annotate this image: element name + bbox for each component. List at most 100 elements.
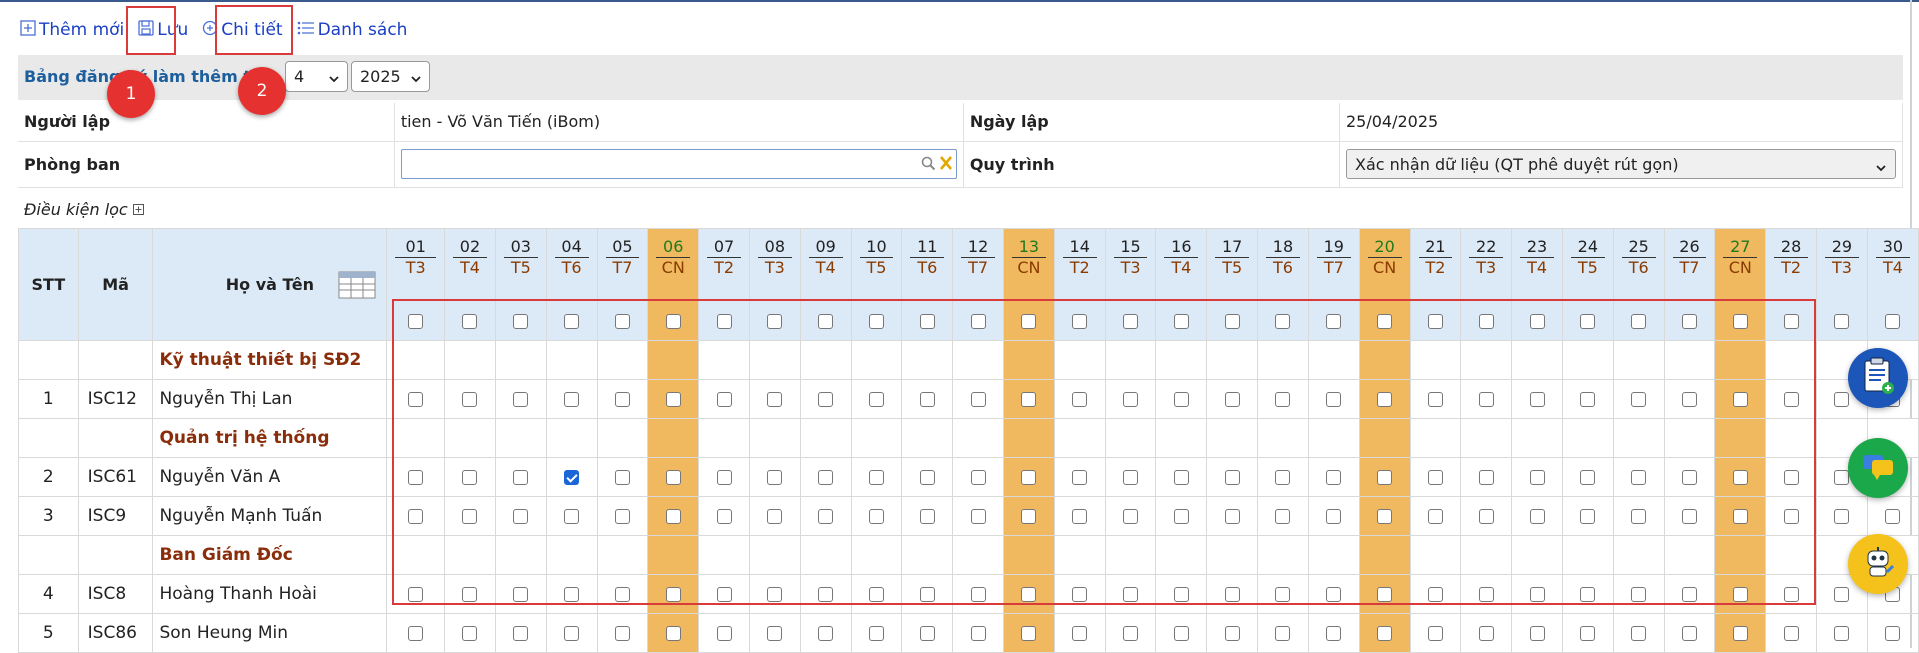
overtime-checkbox[interactable] <box>564 508 580 524</box>
overtime-checkbox[interactable] <box>1580 508 1596 524</box>
overtime-checkbox[interactable] <box>665 586 681 602</box>
select-all-day-checkbox[interactable] <box>716 314 732 329</box>
overtime-checkbox[interactable] <box>716 391 732 407</box>
overtime-checkbox[interactable] <box>868 469 884 485</box>
overtime-checkbox[interactable] <box>970 469 986 485</box>
overtime-checkbox[interactable] <box>1580 469 1596 485</box>
overtime-checkbox[interactable] <box>1275 625 1291 641</box>
overtime-checkbox[interactable] <box>1681 469 1697 485</box>
overtime-checkbox[interactable] <box>1224 625 1240 641</box>
overtime-checkbox[interactable] <box>1478 469 1494 485</box>
overtime-checkbox[interactable] <box>1072 469 1088 485</box>
select-all-day-checkbox[interactable] <box>1275 314 1291 329</box>
list-button[interactable]: Danh sách <box>297 20 407 41</box>
overtime-checkbox[interactable] <box>1072 625 1088 641</box>
overtime-checkbox[interactable] <box>1783 625 1799 641</box>
overtime-checkbox[interactable] <box>1021 391 1037 407</box>
select-all-day-checkbox[interactable] <box>1732 314 1748 329</box>
overtime-checkbox[interactable] <box>868 391 884 407</box>
overtime-checkbox[interactable] <box>408 508 424 524</box>
overtime-checkbox[interactable] <box>1631 625 1647 641</box>
overtime-checkbox[interactable] <box>1326 625 1342 641</box>
filter-toggle[interactable]: Điều kiện lọc <box>24 200 144 219</box>
overtime-checkbox[interactable] <box>970 508 986 524</box>
overtime-checkbox[interactable] <box>1783 508 1799 524</box>
select-all-day-checkbox[interactable] <box>1072 314 1088 329</box>
overtime-checkbox[interactable] <box>614 625 630 641</box>
overtime-checkbox[interactable] <box>513 469 529 485</box>
clear-icon[interactable] <box>939 155 953 175</box>
overtime-checkbox[interactable] <box>665 391 681 407</box>
overtime-checkbox[interactable] <box>513 508 529 524</box>
overtime-checkbox[interactable] <box>614 469 630 485</box>
overtime-checkbox[interactable] <box>1377 508 1393 524</box>
overtime-checkbox[interactable] <box>1173 508 1189 524</box>
overtime-checkbox[interactable] <box>1885 508 1901 524</box>
overtime-checkbox[interactable] <box>665 508 681 524</box>
overtime-checkbox[interactable] <box>919 586 935 602</box>
year-select[interactable]: 2025 <box>351 61 430 92</box>
overtime-checkbox[interactable] <box>1427 391 1443 407</box>
select-all-day-checkbox[interactable] <box>767 314 783 329</box>
overtime-checkbox[interactable] <box>1681 625 1697 641</box>
overtime-checkbox[interactable] <box>1275 469 1291 485</box>
overtime-checkbox[interactable] <box>1173 469 1189 485</box>
overtime-checkbox[interactable] <box>564 625 580 641</box>
overtime-checkbox[interactable] <box>1834 391 1850 407</box>
select-all-day-checkbox[interactable] <box>665 314 681 329</box>
chat-fab[interactable] <box>1848 438 1908 498</box>
overtime-checkbox[interactable] <box>1478 391 1494 407</box>
overtime-checkbox[interactable] <box>1123 586 1139 602</box>
select-all-day-checkbox[interactable] <box>1173 314 1189 329</box>
overtime-checkbox[interactable] <box>1377 391 1393 407</box>
overtime-checkbox[interactable] <box>1529 586 1545 602</box>
overtime-checkbox[interactable] <box>1834 469 1850 485</box>
overtime-checkbox[interactable] <box>1377 469 1393 485</box>
overtime-checkbox[interactable] <box>767 469 783 485</box>
overtime-checkbox[interactable] <box>716 508 732 524</box>
overtime-checkbox[interactable] <box>1377 625 1393 641</box>
overtime-checkbox[interactable] <box>1885 625 1901 641</box>
overtime-checkbox[interactable] <box>716 625 732 641</box>
overtime-checkbox[interactable] <box>462 586 478 602</box>
overtime-checkbox[interactable] <box>868 625 884 641</box>
overtime-checkbox[interactable] <box>970 586 986 602</box>
overtime-checkbox[interactable] <box>868 586 884 602</box>
overtime-checkbox[interactable] <box>462 625 478 641</box>
overtime-checkbox[interactable] <box>462 469 478 485</box>
assistant-bot-fab[interactable] <box>1848 534 1908 594</box>
column-chooser-icon[interactable] <box>338 271 376 303</box>
overtime-checkbox[interactable] <box>1834 625 1850 641</box>
select-all-day-checkbox[interactable] <box>614 314 630 329</box>
select-all-day-checkbox[interactable] <box>1631 314 1647 329</box>
overtime-checkbox[interactable] <box>970 391 986 407</box>
overtime-checkbox[interactable] <box>1783 391 1799 407</box>
overtime-checkbox[interactable] <box>1732 586 1748 602</box>
select-all-day-checkbox[interactable] <box>1326 314 1342 329</box>
add-new-button[interactable]: Thêm mới <box>20 19 124 41</box>
overtime-checkbox[interactable] <box>818 586 834 602</box>
overtime-checkbox[interactable] <box>919 508 935 524</box>
overtime-checkbox[interactable] <box>1123 625 1139 641</box>
overtime-checkbox[interactable] <box>408 625 424 641</box>
overtime-checkbox[interactable] <box>1631 586 1647 602</box>
select-all-day-checkbox[interactable] <box>1021 314 1037 329</box>
overtime-checkbox[interactable] <box>665 625 681 641</box>
select-all-day-checkbox[interactable] <box>462 314 478 329</box>
overtime-checkbox[interactable] <box>818 508 834 524</box>
overtime-checkbox[interactable] <box>513 391 529 407</box>
overtime-checkbox[interactable] <box>1732 625 1748 641</box>
overtime-checkbox[interactable] <box>462 508 478 524</box>
select-all-day-checkbox[interactable] <box>564 314 580 329</box>
overtime-checkbox[interactable] <box>1732 508 1748 524</box>
overtime-checkbox[interactable] <box>767 586 783 602</box>
overtime-checkbox[interactable] <box>1072 391 1088 407</box>
overtime-checkbox[interactable] <box>1427 586 1443 602</box>
overtime-checkbox[interactable] <box>1681 508 1697 524</box>
overtime-checkbox[interactable] <box>1732 469 1748 485</box>
overtime-checkbox[interactable] <box>1224 469 1240 485</box>
overtime-checkbox[interactable] <box>1021 586 1037 602</box>
detail-button[interactable]: Chi tiết <box>202 20 283 41</box>
overtime-checkbox[interactable] <box>1275 391 1291 407</box>
overtime-checkbox[interactable] <box>513 625 529 641</box>
